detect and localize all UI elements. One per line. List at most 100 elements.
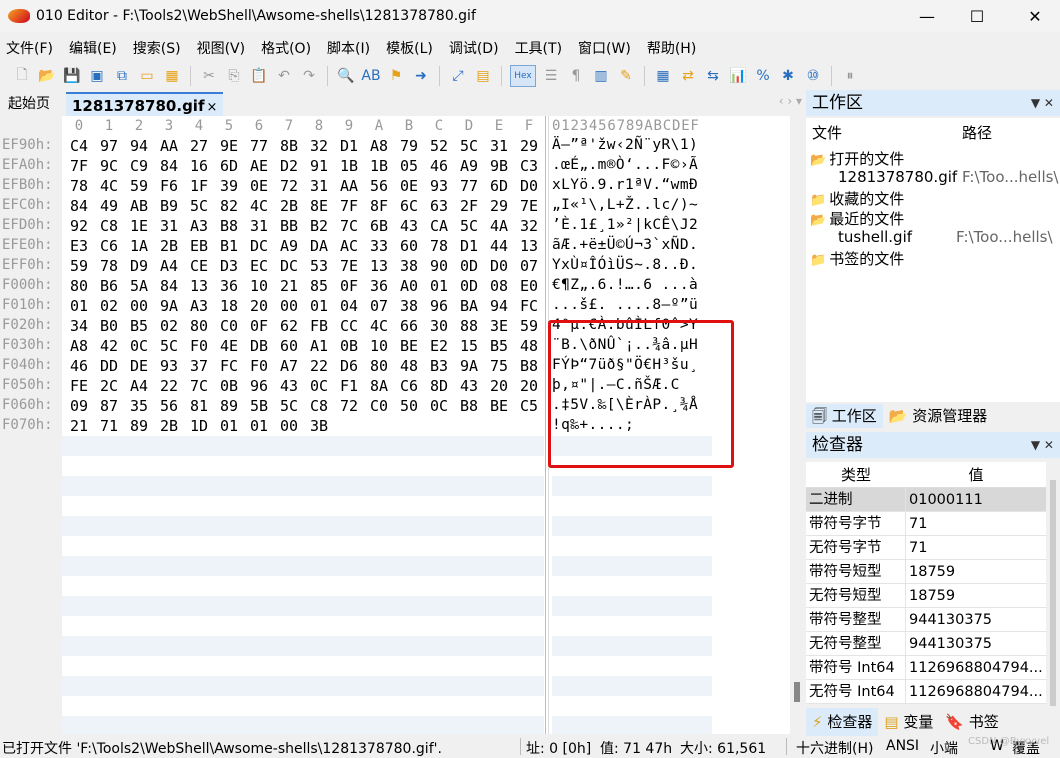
hex-byte[interactable]: B8 (214, 217, 244, 235)
ascii-text[interactable]: „I«¹\‚L+Ž..lc/)~ (552, 197, 698, 213)
hex-byte[interactable]: 87 (94, 397, 124, 415)
cut-icon[interactable]: ✂ (199, 66, 219, 86)
hex-byte[interactable]: 10 (244, 277, 274, 295)
hex-byte[interactable]: DD (94, 357, 124, 375)
hex-byte[interactable]: 84 (154, 157, 184, 175)
hex-mode-button[interactable]: Hex (510, 65, 536, 87)
inspector-value[interactable]: 71 (906, 512, 1046, 535)
hex-byte[interactable]: 5A (124, 277, 154, 295)
hex-byte[interactable]: 00 (274, 417, 304, 435)
hex-byte[interactable]: BE (394, 337, 424, 355)
hex-byte[interactable]: 81 (184, 397, 214, 415)
menu-templates[interactable]: 模板(L) (386, 38, 433, 58)
hex-byte[interactable]: 1B (334, 157, 364, 175)
status-endian[interactable]: 小端 (930, 738, 958, 758)
inspector-value[interactable]: 944130375 (906, 608, 1046, 631)
hex-byte[interactable]: 2C (94, 377, 124, 395)
hex-byte[interactable]: 84 (64, 197, 94, 215)
hex-byte[interactable]: FB (304, 317, 334, 335)
hex-byte[interactable]: 88 (454, 317, 484, 335)
hex-byte[interactable]: 22 (154, 377, 184, 395)
hex-byte[interactable]: C4 (64, 137, 94, 155)
hex-byte[interactable]: 77 (244, 137, 274, 155)
ascii-text[interactable]: .œÉ„.m®Ò‘...F©›Ã (552, 157, 698, 173)
hex-byte[interactable]: 60 (274, 337, 304, 355)
hex-byte[interactable]: AC (334, 237, 364, 255)
hex-byte[interactable]: 97 (94, 137, 124, 155)
hex-byte[interactable]: 13 (184, 277, 214, 295)
tree-bookmarks[interactable]: 📁 书签的文件 (810, 248, 904, 269)
ascii-text[interactable]: YxÙ¤ÎÓìÜS~.8..Ð. (552, 257, 698, 273)
hex-byte[interactable]: 9C (94, 157, 124, 175)
hex-byte[interactable]: 18 (214, 297, 244, 315)
hex-byte[interactable]: 44 (484, 237, 514, 255)
hex-row[interactable]: F010h: 01 02 00 9A A3 18 20 00 01 04 07 38 96 BA 94 FC..… (0, 296, 790, 316)
inspector-value[interactable]: 944130375 (906, 632, 1046, 655)
hex-byte[interactable]: 53 (304, 257, 334, 275)
hex-byte[interactable]: 5B (244, 397, 274, 415)
hex-byte[interactable]: C0 (364, 397, 394, 415)
inspector-row[interactable]: 无符号短型 18759 (806, 584, 1046, 608)
hex-byte[interactable]: 7C (184, 377, 214, 395)
find-icon[interactable]: 🔍 (336, 66, 356, 86)
menu-window[interactable]: 窗口(W) (578, 38, 631, 58)
hex-byte[interactable]: 5C (184, 197, 214, 215)
hex-byte[interactable]: 4E (214, 337, 244, 355)
hex-byte[interactable]: 63 (424, 197, 454, 215)
panel-controls-icon[interactable]: ▼ ✕ (1031, 90, 1054, 116)
hex-byte[interactable]: 3B (304, 417, 334, 435)
text-mode-icon[interactable]: ☰ (541, 66, 561, 86)
hex-byte[interactable]: C6 (394, 377, 424, 395)
hex-byte[interactable]: D1 (454, 237, 484, 255)
copy-icon[interactable]: ⎘ (224, 66, 244, 86)
hex-byte[interactable]: 20 (244, 297, 274, 315)
hex-byte[interactable]: 9A (454, 357, 484, 375)
hex-byte[interactable]: 0C (124, 337, 154, 355)
hex-byte[interactable]: 36 (214, 277, 244, 295)
hex-row[interactable]: EFE0h: E3 C6 1A 2B EB B1 DC A9 DA AC 33 60 78 D1 44 13 ãÆ… (0, 236, 790, 256)
open-workspace-icon[interactable]: ▭ (137, 66, 157, 86)
hex-byte[interactable]: D3 (214, 257, 244, 275)
hex-byte[interactable]: F0 (244, 357, 274, 375)
hex-row[interactable]: EFB0h: 78 4C 59 F6 1F 39 0E 72 31 AA 56 0E 93 77 6D D0 xL… (0, 176, 790, 196)
save-as-icon[interactable]: ▣ (87, 66, 107, 86)
panel-controls-icon[interactable]: ▼ ✕ (1031, 432, 1054, 458)
hex-byte[interactable]: B3 (424, 357, 454, 375)
hex-byte[interactable]: AA (334, 177, 364, 195)
hex-byte[interactable]: CC (334, 317, 364, 335)
hex-byte[interactable]: 1D (184, 417, 214, 435)
hex-row[interactable]: EFF0h: 59 78 D9 A4 CE D3 EC DC 53 7E 13 38 90 0D D0 07 Yx… (0, 256, 790, 276)
inspector-value[interactable]: 18759 (906, 560, 1046, 583)
hex-byte[interactable]: 01 (64, 297, 94, 315)
hex-byte[interactable]: D0 (514, 177, 544, 195)
hex-byte[interactable]: C5 (514, 397, 544, 415)
ascii-text[interactable]: Ä—”ª'žw‹2Ñ¨yR\1) (552, 137, 698, 153)
menu-file[interactable]: 文件(F) (6, 38, 53, 58)
hex-byte[interactable]: 84 (154, 277, 184, 295)
hex-byte[interactable]: 32 (514, 217, 544, 235)
hex-byte[interactable]: A3 (184, 297, 214, 315)
hex-row[interactable]: EFD0h: 92 C8 1E 31 A3 B8 31 BB B2 7C 6B 43 CA 5C 4A 32 ’È… (0, 216, 790, 236)
tree-open-file-item[interactable]: 1281378780.gif F:\Too...hells\ (838, 168, 1059, 186)
hex-byte[interactable]: 7F (334, 197, 364, 215)
hex-byte[interactable]: 5C (154, 337, 184, 355)
paste-icon[interactable]: 📋 (249, 66, 269, 86)
hex-byte[interactable]: BA (454, 297, 484, 315)
tab-variables[interactable]: ▤ 变量 (878, 708, 939, 736)
inspector-scrollbar[interactable] (1048, 470, 1058, 734)
tab-current-file[interactable]: 1281378780.gif × (66, 92, 224, 116)
open-folder-icon[interactable]: 📂 (37, 66, 57, 86)
hex-byte[interactable]: 07 (514, 257, 544, 275)
inspector-row[interactable]: 带符号 Int64 1126968804794... (806, 656, 1046, 680)
hex-byte[interactable]: E3 (64, 237, 94, 255)
base-converter-icon[interactable]: ⑩ (803, 66, 823, 86)
hex-byte[interactable]: DB (244, 337, 274, 355)
hex-byte[interactable]: EB (184, 237, 214, 255)
hex-byte[interactable]: F6 (154, 177, 184, 195)
hex-byte[interactable]: 80 (184, 317, 214, 335)
hex-byte[interactable]: 0D (454, 277, 484, 295)
hex-byte[interactable]: 0C (424, 397, 454, 415)
hex-byte[interactable]: 42 (94, 337, 124, 355)
inspector-row[interactable]: 无符号字节 71 (806, 536, 1046, 560)
hex-byte[interactable]: A4 (154, 257, 184, 275)
